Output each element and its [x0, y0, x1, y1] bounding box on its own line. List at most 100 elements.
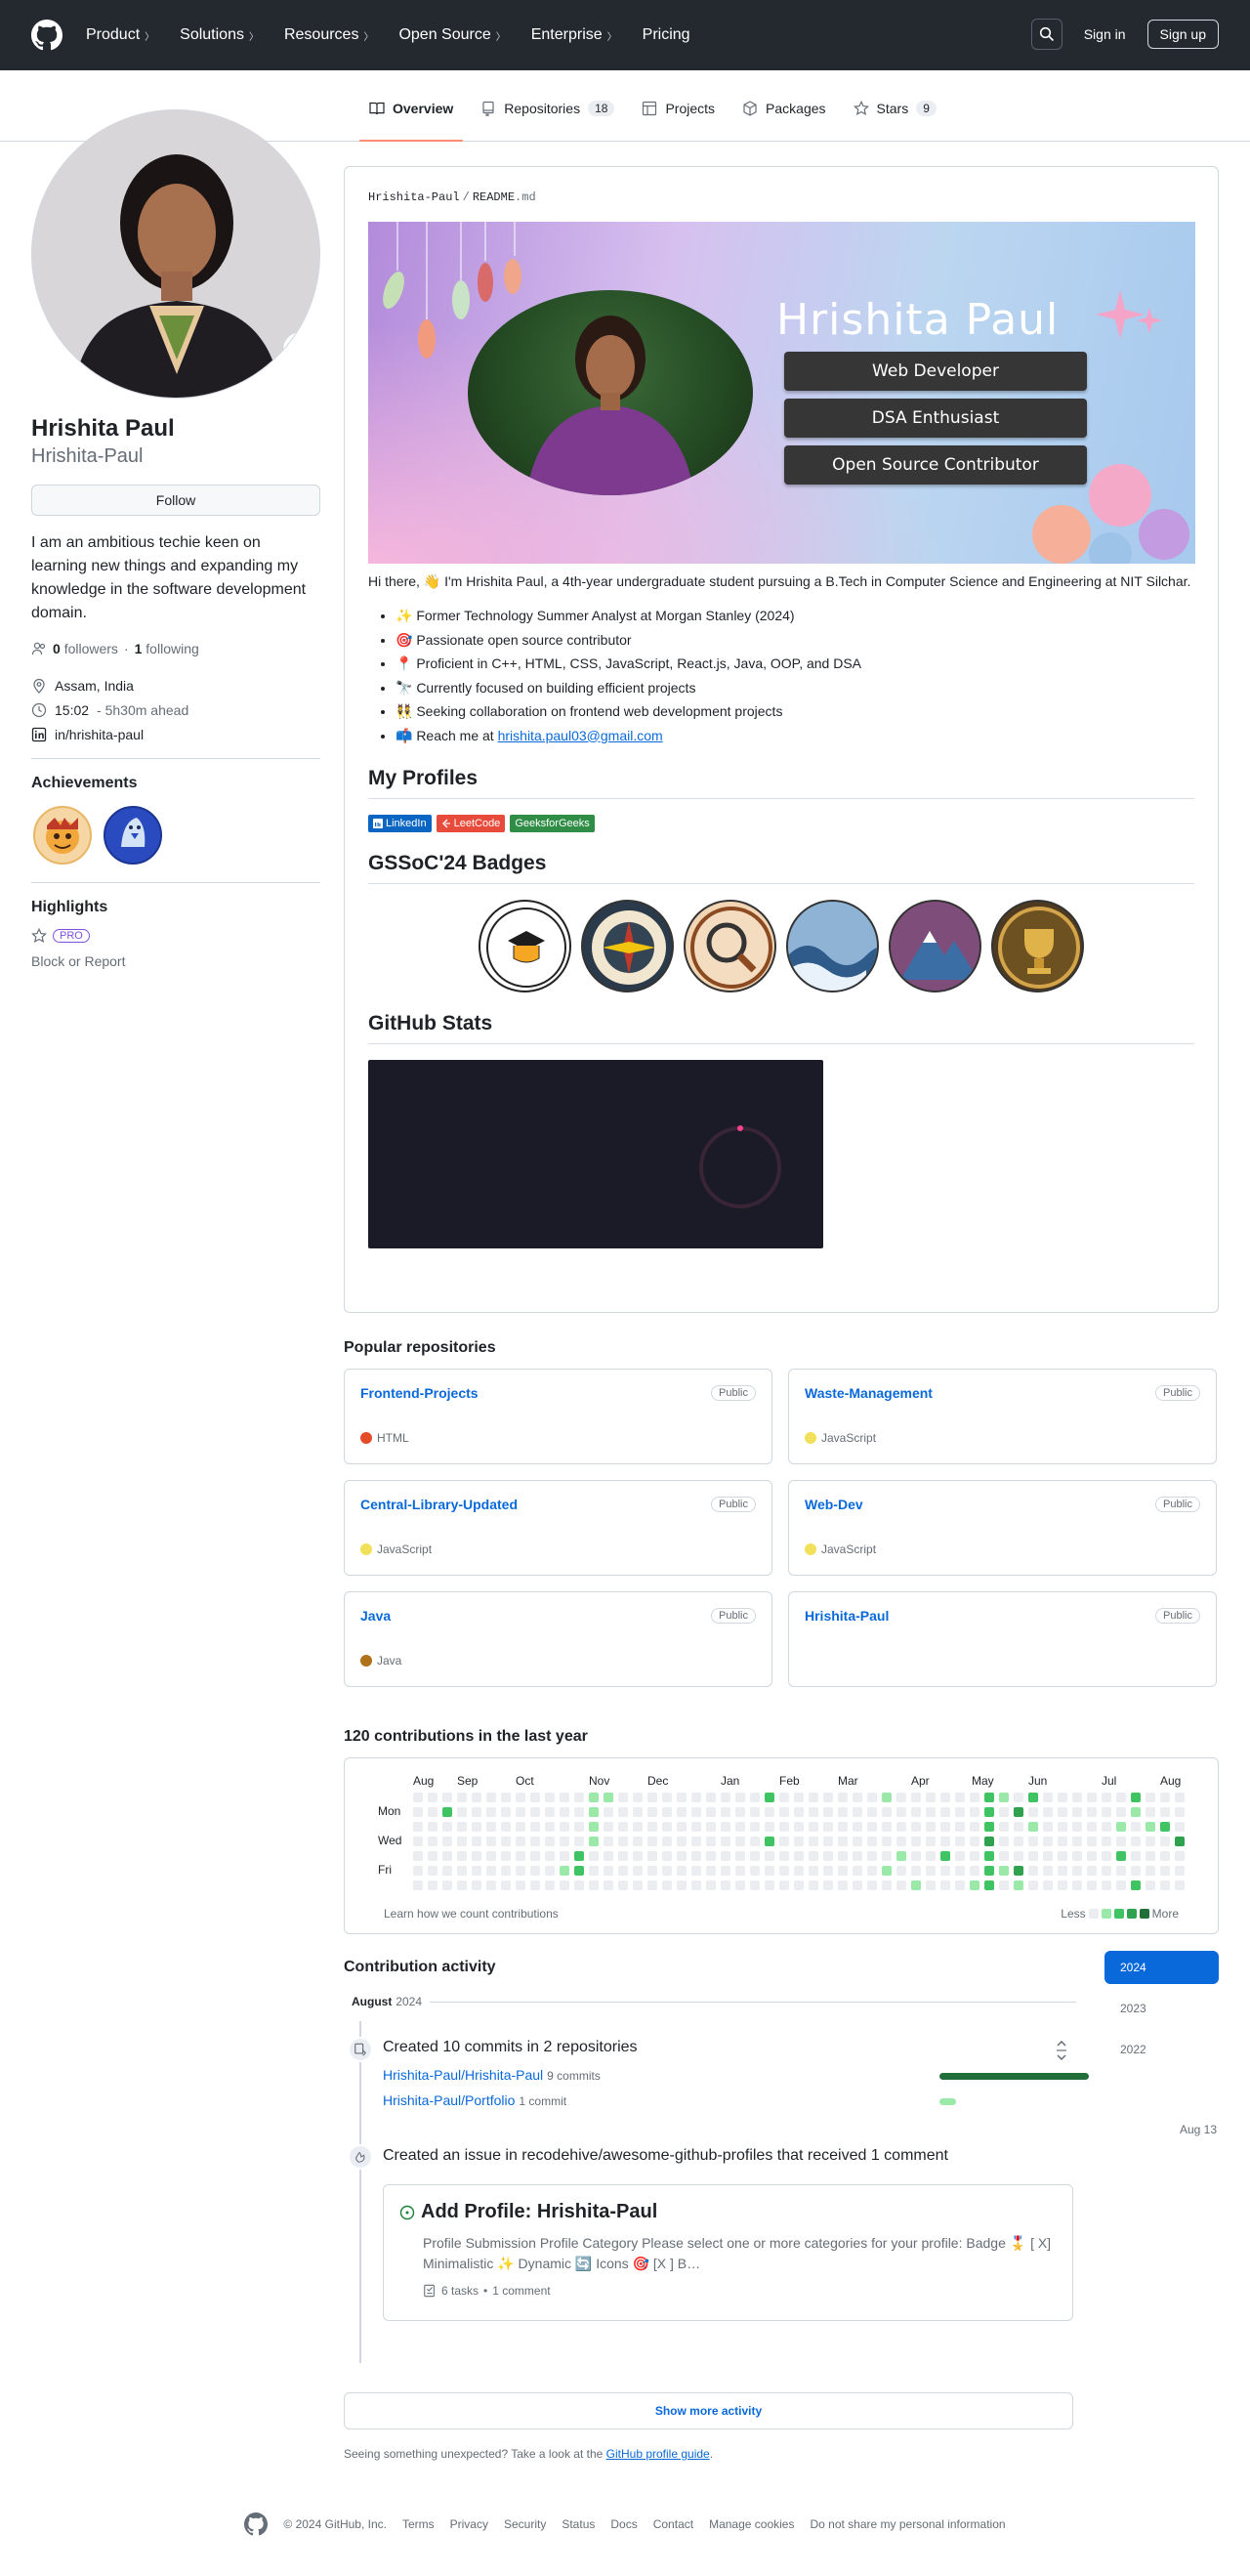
contribution-day-cell[interactable]: [486, 1866, 496, 1876]
contribution-day-cell[interactable]: [618, 1807, 628, 1817]
contribution-day-cell[interactable]: [765, 1793, 774, 1802]
contribution-day-cell[interactable]: [501, 1807, 511, 1817]
search-button[interactable]: [1030, 19, 1062, 50]
contribution-day-cell[interactable]: [530, 1793, 540, 1802]
contribution-day-cell[interactable]: [999, 1851, 1009, 1861]
contribution-day-cell[interactable]: [999, 1822, 1009, 1832]
contribution-day-cell[interactable]: [1028, 1880, 1038, 1890]
contribution-day-cell[interactable]: [1160, 1866, 1170, 1876]
contribution-day-cell[interactable]: [1072, 1851, 1082, 1861]
contribution-day-cell[interactable]: [1087, 1793, 1097, 1802]
contribution-day-cell[interactable]: [1087, 1851, 1097, 1861]
contribution-day-cell[interactable]: [691, 1837, 701, 1846]
contribution-day-cell[interactable]: [809, 1837, 818, 1846]
repo-link[interactable]: Hrishita-Paul: [805, 1608, 889, 1624]
contribution-day-cell[interactable]: [721, 1822, 730, 1832]
contribution-day-cell[interactable]: [691, 1807, 701, 1817]
contribution-day-cell[interactable]: [911, 1837, 921, 1846]
repo-link[interactable]: Waste-Management: [805, 1385, 933, 1401]
contribution-day-cell[interactable]: [706, 1851, 716, 1861]
achievement-pull-shark-badge[interactable]: [31, 804, 94, 866]
contribution-day-cell[interactable]: [1014, 1807, 1023, 1817]
achievement-shark-badge[interactable]: [102, 804, 164, 866]
contribution-day-cell[interactable]: [706, 1837, 716, 1846]
contribution-day-cell[interactable]: [545, 1851, 555, 1861]
contribution-day-cell[interactable]: [1102, 1793, 1111, 1802]
contribution-day-cell[interactable]: [574, 1807, 584, 1817]
contribution-day-cell[interactable]: [735, 1822, 745, 1832]
show-more-activity-button[interactable]: Show more activity: [344, 2392, 1073, 2429]
contribution-day-cell[interactable]: [501, 1822, 511, 1832]
contribution-day-cell[interactable]: [1146, 1837, 1155, 1846]
contribution-day-cell[interactable]: [955, 1807, 965, 1817]
contribution-day-cell[interactable]: [486, 1837, 496, 1846]
contribution-day-cell[interactable]: [530, 1880, 540, 1890]
contribution-day-cell[interactable]: [1102, 1837, 1111, 1846]
contribution-day-cell[interactable]: [545, 1793, 555, 1802]
contribution-day-cell[interactable]: [750, 1866, 760, 1876]
contribution-day-cell[interactable]: [1175, 1851, 1185, 1861]
contribution-day-cell[interactable]: [984, 1851, 994, 1861]
contribution-day-cell[interactable]: [516, 1822, 525, 1832]
contribution-day-cell[interactable]: [428, 1793, 438, 1802]
sign-in-link[interactable]: Sign in: [1078, 26, 1132, 42]
contribution-day-cell[interactable]: [911, 1822, 921, 1832]
contribution-day-cell[interactable]: [911, 1793, 921, 1802]
contribution-day-cell[interactable]: [706, 1880, 716, 1890]
contribution-day-cell[interactable]: [413, 1837, 423, 1846]
contribution-day-cell[interactable]: [1102, 1880, 1111, 1890]
contribution-day-cell[interactable]: [604, 1880, 613, 1890]
contribution-day-cell[interactable]: [1072, 1807, 1082, 1817]
contribution-day-cell[interactable]: [677, 1880, 687, 1890]
contribution-day-cell[interactable]: [413, 1866, 423, 1876]
contribution-day-cell[interactable]: [1175, 1807, 1185, 1817]
contribution-day-cell[interactable]: [999, 1837, 1009, 1846]
contribution-day-cell[interactable]: [662, 1851, 672, 1861]
contribution-day-cell[interactable]: [999, 1793, 1009, 1802]
contribution-day-cell[interactable]: [867, 1866, 877, 1876]
contribution-day-cell[interactable]: [926, 1822, 936, 1832]
contribution-day-cell[interactable]: [911, 1807, 921, 1817]
contribution-day-cell[interactable]: [1160, 1880, 1170, 1890]
contribution-day-cell[interactable]: [662, 1807, 672, 1817]
contribution-day-cell[interactable]: [472, 1851, 481, 1861]
contribution-day-cell[interactable]: [428, 1822, 438, 1832]
contribution-day-cell[interactable]: [1131, 1851, 1141, 1861]
contribution-day-cell[interactable]: [604, 1807, 613, 1817]
nav-resources[interactable]: Resources 〉: [284, 26, 373, 44]
contribution-day-cell[interactable]: [442, 1866, 452, 1876]
year-2023[interactable]: 2023: [1104, 1992, 1219, 2025]
contribution-day-cell[interactable]: [1028, 1807, 1038, 1817]
contribution-day-cell[interactable]: [1014, 1866, 1023, 1876]
contribution-day-cell[interactable]: [779, 1837, 789, 1846]
tab-packages[interactable]: Packages: [732, 93, 835, 128]
contribution-day-cell[interactable]: [911, 1866, 921, 1876]
contribution-day-cell[interactable]: [472, 1793, 481, 1802]
contribution-day-cell[interactable]: [516, 1837, 525, 1846]
contribution-day-cell[interactable]: [853, 1866, 862, 1876]
contribution-day-cell[interactable]: [735, 1807, 745, 1817]
footer-privacy-link[interactable]: Privacy: [450, 2517, 488, 2531]
contribution-day-cell[interactable]: [823, 1822, 833, 1832]
contribution-day-cell[interactable]: [486, 1851, 496, 1861]
contribution-day-cell[interactable]: [604, 1822, 613, 1832]
contribution-day-cell[interactable]: [1072, 1866, 1082, 1876]
contribution-day-cell[interactable]: [1160, 1822, 1170, 1832]
contribution-day-cell[interactable]: [633, 1822, 643, 1832]
contribution-day-cell[interactable]: [589, 1822, 599, 1832]
contribution-day-cell[interactable]: [896, 1837, 906, 1846]
contribution-day-cell[interactable]: [1043, 1880, 1053, 1890]
contribution-day-cell[interactable]: [1116, 1880, 1126, 1890]
contribution-day-cell[interactable]: [633, 1793, 643, 1802]
contribution-day-cell[interactable]: [662, 1793, 672, 1802]
contribution-day-cell[interactable]: [779, 1866, 789, 1876]
contribution-day-cell[interactable]: [970, 1837, 979, 1846]
contribution-day-cell[interactable]: [428, 1851, 438, 1861]
contribution-day-cell[interactable]: [486, 1793, 496, 1802]
contribution-day-cell[interactable]: [1058, 1822, 1067, 1832]
contribution-day-cell[interactable]: [1102, 1807, 1111, 1817]
contribution-day-cell[interactable]: [677, 1866, 687, 1876]
contribution-day-cell[interactable]: [457, 1866, 467, 1876]
contribution-day-cell[interactable]: [633, 1837, 643, 1846]
contribution-day-cell[interactable]: [940, 1807, 950, 1817]
